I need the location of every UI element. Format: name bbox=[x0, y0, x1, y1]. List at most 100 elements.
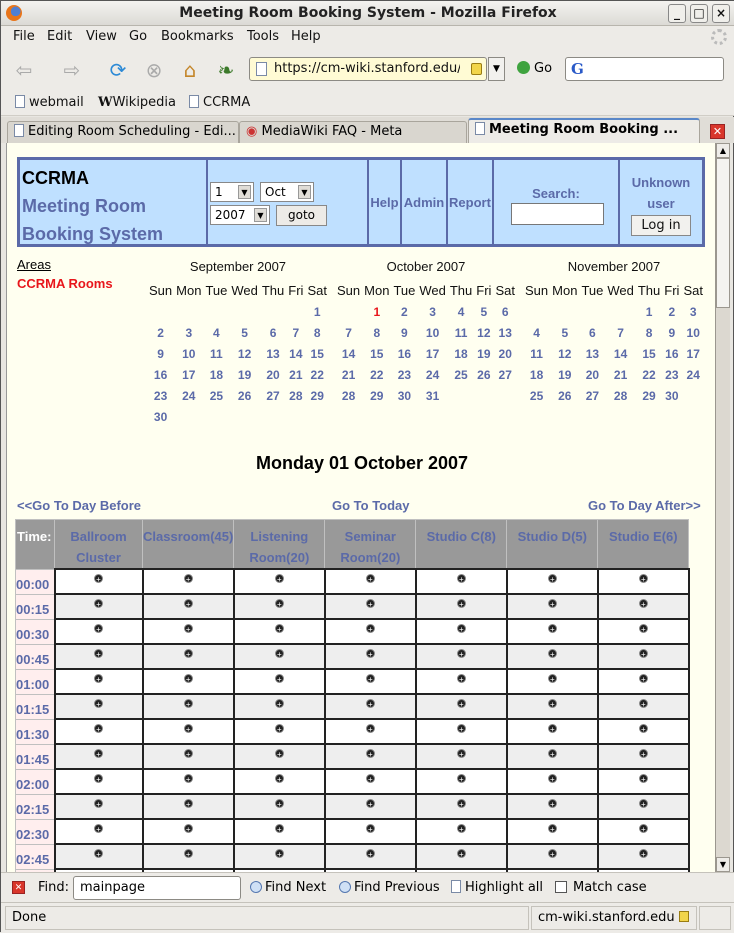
goto-button[interactable]: goto bbox=[276, 205, 327, 226]
home-icon[interactable]: ⌂ bbox=[177, 58, 203, 82]
calendar-day-link[interactable]: 13 bbox=[493, 322, 517, 343]
booking-cell[interactable]: + bbox=[232, 818, 326, 845]
add-booking-icon[interactable]: + bbox=[638, 599, 648, 609]
offline-icon[interactable] bbox=[699, 906, 731, 930]
bookmark-wikipedia[interactable]: WWikipedia bbox=[98, 95, 176, 110]
time-slot-link[interactable]: 01:15 bbox=[15, 693, 55, 720]
find-input[interactable]: mainpage bbox=[73, 876, 241, 900]
forward-button[interactable]: ⇨ bbox=[59, 58, 85, 82]
scroll-down-button[interactable]: ▼ bbox=[716, 857, 730, 872]
booking-cell[interactable]: + bbox=[323, 793, 417, 820]
add-booking-icon[interactable]: + bbox=[94, 699, 103, 709]
close-tab-button[interactable]: ✕ bbox=[710, 124, 725, 139]
url-dropdown-button[interactable]: ▼ bbox=[488, 57, 505, 81]
tab-mediawiki-faq[interactable]: ◉ MediaWiki FAQ - Meta bbox=[239, 121, 467, 143]
security-host[interactable]: cm-wiki.stanford.edu bbox=[531, 906, 697, 930]
add-booking-icon[interactable]: + bbox=[183, 749, 193, 759]
add-booking-icon[interactable]: + bbox=[547, 824, 557, 834]
calendar-day-link[interactable]: 29 bbox=[636, 385, 662, 406]
calendar-day-link[interactable]: 4 bbox=[203, 322, 229, 343]
booking-cell[interactable]: + bbox=[414, 743, 508, 770]
calendar-day-link[interactable]: 29 bbox=[362, 385, 391, 406]
add-booking-icon[interactable]: + bbox=[183, 699, 193, 709]
booking-cell[interactable]: + bbox=[232, 718, 326, 745]
calendar-day-link[interactable]: 14 bbox=[605, 343, 636, 364]
calendar-day-link[interactable]: 30 bbox=[391, 385, 417, 406]
calendar-day-link[interactable]: 17 bbox=[417, 343, 448, 364]
stop-icon[interactable]: ⊗ bbox=[141, 58, 167, 82]
add-booking-icon[interactable]: + bbox=[274, 574, 284, 584]
calendar-day-link[interactable]: 30 bbox=[147, 406, 174, 427]
menu-edit[interactable]: Edit bbox=[47, 29, 72, 44]
booking-cell[interactable]: + bbox=[596, 718, 690, 745]
booking-cell[interactable]: + bbox=[53, 818, 144, 845]
booking-cell[interactable]: + bbox=[505, 593, 599, 620]
add-booking-icon[interactable]: + bbox=[547, 774, 557, 784]
calendar-day-link[interactable]: 1 bbox=[362, 301, 391, 322]
booking-cell[interactable]: + bbox=[53, 743, 144, 770]
booking-cell[interactable]: + bbox=[505, 718, 599, 745]
booking-cell[interactable]: + bbox=[596, 793, 690, 820]
admin-link[interactable]: Admin bbox=[402, 160, 448, 244]
add-booking-icon[interactable]: + bbox=[547, 849, 557, 859]
calendar-day-link[interactable]: 6 bbox=[493, 301, 517, 322]
booking-cell[interactable]: + bbox=[141, 718, 235, 745]
add-booking-icon[interactable]: + bbox=[183, 724, 193, 734]
booking-cell[interactable]: + bbox=[232, 843, 326, 870]
booking-cell[interactable]: + bbox=[53, 843, 144, 870]
room-header[interactable]: Studio D(5) bbox=[506, 519, 599, 570]
calendar-day-link[interactable]: 23 bbox=[662, 364, 681, 385]
booking-cell[interactable]: + bbox=[141, 568, 235, 595]
calendar-day-link[interactable]: 16 bbox=[662, 343, 681, 364]
booking-cell[interactable]: + bbox=[141, 768, 235, 795]
booking-cell[interactable]: + bbox=[414, 843, 508, 870]
calendar-day-link[interactable]: 18 bbox=[523, 364, 550, 385]
booking-cell[interactable]: + bbox=[323, 843, 417, 870]
booking-cell[interactable]: + bbox=[232, 768, 326, 795]
add-booking-icon[interactable]: + bbox=[638, 824, 648, 834]
menu-tools[interactable]: Tools bbox=[247, 29, 279, 44]
calendar-day-link[interactable]: 10 bbox=[681, 322, 705, 343]
room-header[interactable]: Seminar Room(20) bbox=[324, 519, 417, 570]
add-booking-icon[interactable]: + bbox=[183, 824, 193, 834]
booking-cell[interactable]: + bbox=[53, 568, 144, 595]
calendar-day-link[interactable]: 28 bbox=[335, 385, 362, 406]
add-booking-icon[interactable]: + bbox=[638, 574, 648, 584]
add-booking-icon[interactable]: + bbox=[365, 799, 375, 809]
add-booking-icon[interactable]: + bbox=[456, 724, 466, 734]
add-booking-icon[interactable]: + bbox=[94, 674, 103, 684]
add-booking-icon[interactable]: + bbox=[183, 649, 193, 659]
add-booking-icon[interactable]: + bbox=[456, 799, 466, 809]
calendar-day-link[interactable]: 30 bbox=[662, 385, 681, 406]
booking-cell[interactable]: + bbox=[414, 693, 508, 720]
calendar-day-link[interactable]: 10 bbox=[417, 322, 448, 343]
add-booking-icon[interactable]: + bbox=[638, 849, 648, 859]
calendar-day-link[interactable]: 3 bbox=[417, 301, 448, 322]
booking-cell[interactable]: + bbox=[505, 743, 599, 770]
add-booking-icon[interactable]: + bbox=[274, 824, 284, 834]
booking-cell[interactable]: + bbox=[505, 843, 599, 870]
add-booking-icon[interactable]: + bbox=[638, 649, 648, 659]
add-booking-icon[interactable]: + bbox=[274, 774, 284, 784]
booking-cell[interactable]: + bbox=[596, 818, 690, 845]
add-booking-icon[interactable]: + bbox=[94, 774, 103, 784]
calendar-day-link[interactable]: 24 bbox=[174, 385, 203, 406]
add-booking-icon[interactable]: + bbox=[365, 574, 375, 584]
add-booking-icon[interactable]: + bbox=[638, 624, 648, 634]
booking-cell[interactable]: + bbox=[53, 593, 144, 620]
time-slot-link[interactable]: 02:15 bbox=[15, 793, 55, 820]
booking-cell[interactable]: + bbox=[596, 643, 690, 670]
calendar-day-link[interactable]: 8 bbox=[305, 322, 329, 343]
add-booking-icon[interactable]: + bbox=[183, 574, 193, 584]
calendar-day-link[interactable]: 17 bbox=[681, 343, 705, 364]
add-booking-icon[interactable]: + bbox=[638, 724, 648, 734]
add-booking-icon[interactable]: + bbox=[183, 799, 193, 809]
search-input[interactable] bbox=[511, 203, 604, 225]
add-booking-icon[interactable]: + bbox=[547, 624, 557, 634]
add-booking-icon[interactable]: + bbox=[94, 599, 103, 609]
booking-cell[interactable]: + bbox=[414, 818, 508, 845]
booking-cell[interactable]: + bbox=[596, 593, 690, 620]
add-booking-icon[interactable]: + bbox=[94, 799, 103, 809]
booking-cell[interactable]: + bbox=[505, 568, 599, 595]
add-booking-icon[interactable]: + bbox=[274, 724, 284, 734]
